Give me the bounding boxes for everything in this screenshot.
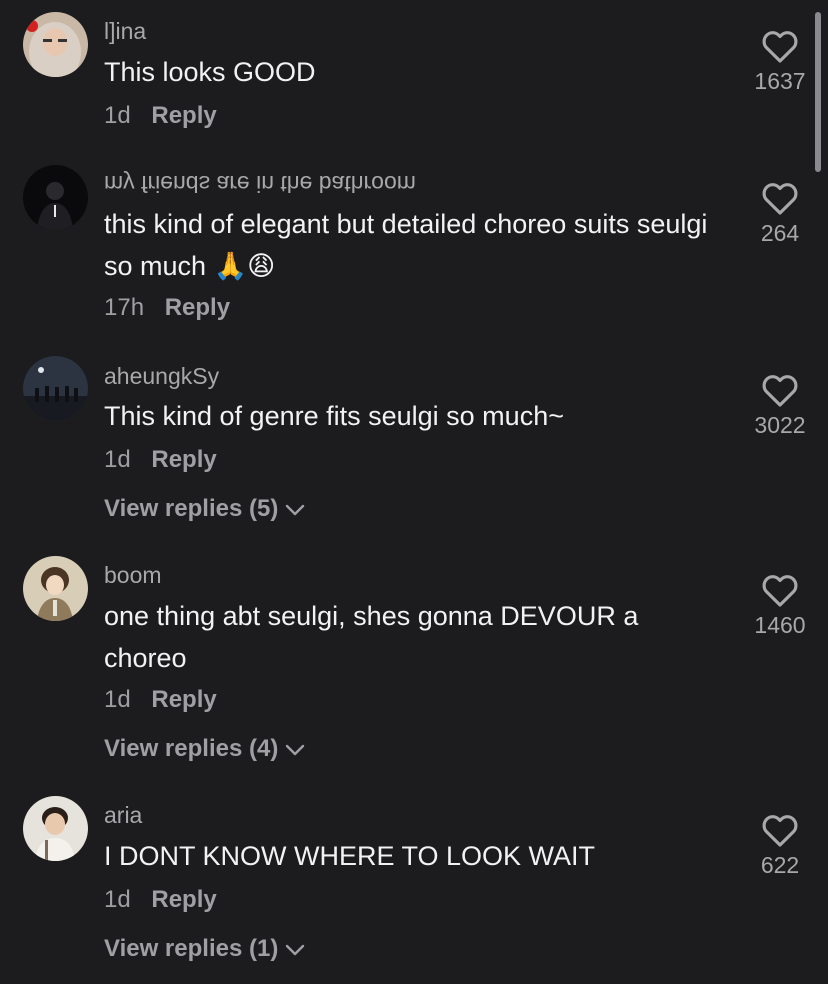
comments-screen: l]ina This looks GOOD 1d Reply 1637 my f…: [0, 0, 828, 984]
reply-button[interactable]: Reply: [151, 102, 216, 129]
comment-time: 17h: [104, 294, 145, 321]
view-replies-button[interactable]: View replies (1): [104, 934, 306, 964]
reply-button[interactable]: Reply: [151, 686, 216, 713]
comment-text: one thing abt seulgi, shes gonna DEVOUR …: [104, 601, 639, 673]
reply-button[interactable]: Reply: [165, 294, 230, 321]
reply-button[interactable]: Reply: [151, 446, 216, 473]
view-replies-label: View replies (5): [104, 495, 279, 522]
comment-text: This looks GOOD: [104, 57, 316, 87]
comment-text: this kind of elegant but detailed choreo…: [104, 203, 724, 287]
avatar[interactable]: [23, 796, 88, 861]
comment-text: I DONT KNOW WHERE TO LOOK WAIT: [104, 841, 596, 871]
like-control[interactable]: 3022: [740, 372, 820, 438]
avatar[interactable]: [23, 556, 88, 621]
comment-username[interactable]: aheungkSy: [104, 362, 219, 390]
like-count: 3022: [754, 412, 806, 438]
like-control[interactable]: 1637: [740, 28, 820, 94]
like-count: 264: [760, 220, 800, 246]
like-control[interactable]: 1460: [740, 572, 820, 638]
like-control[interactable]: 264: [740, 180, 820, 246]
chevron-down-icon: [286, 744, 305, 755]
comment-text-content: this kind of elegant but detailed choreo…: [104, 209, 708, 281]
comment-username[interactable]: boom: [104, 561, 162, 589]
heart-icon[interactable]: [761, 812, 799, 848]
like-control[interactable]: 622: [740, 812, 820, 878]
anime-character-avatar-icon: [23, 556, 88, 621]
person-portrait-avatar-icon: [23, 796, 88, 861]
heart-icon[interactable]: [761, 372, 799, 408]
avatar[interactable]: [23, 12, 88, 77]
view-replies-button[interactable]: View replies (4): [104, 734, 306, 764]
comment-meta: 1d Reply: [104, 101, 217, 131]
comment-text: This kind of genre fits seulgi so much~: [104, 401, 564, 431]
group-stage-avatar-icon: [23, 356, 88, 421]
reply-button[interactable]: Reply: [151, 886, 216, 913]
comment-meta: 1d Reply: [104, 885, 217, 915]
heart-icon[interactable]: [761, 572, 799, 608]
like-count: 622: [760, 852, 800, 878]
comment-meta: 1d Reply: [104, 445, 217, 475]
like-count: 1637: [754, 68, 806, 94]
comment-time: 1d: [104, 686, 131, 713]
heart-icon[interactable]: [761, 28, 799, 64]
comment-meta: 1d Reply: [104, 685, 217, 715]
scrollbar[interactable]: [815, 12, 821, 172]
hijab-woman-avatar-icon: [23, 12, 88, 77]
chevron-down-icon: [286, 944, 305, 955]
comment-username[interactable]: aria: [104, 801, 142, 829]
avatar[interactable]: [23, 165, 88, 230]
view-replies-label: View replies (4): [104, 735, 279, 762]
chevron-down-icon: [286, 504, 305, 515]
view-replies-label: View replies (1): [104, 935, 279, 962]
comment-username[interactable]: my friends are in the bathroom: [104, 170, 416, 198]
comment-time: 1d: [104, 102, 131, 129]
view-replies-button[interactable]: View replies (5): [104, 494, 306, 524]
comment-meta: 17h Reply: [104, 293, 230, 323]
like-count: 1460: [754, 612, 806, 638]
comment-time: 1d: [104, 446, 131, 473]
comment-username[interactable]: l]ina: [104, 17, 146, 45]
heart-icon[interactable]: [761, 180, 799, 216]
comment-time: 1d: [104, 886, 131, 913]
avatar[interactable]: [23, 356, 88, 421]
dark-person-avatar-icon: [23, 165, 88, 230]
